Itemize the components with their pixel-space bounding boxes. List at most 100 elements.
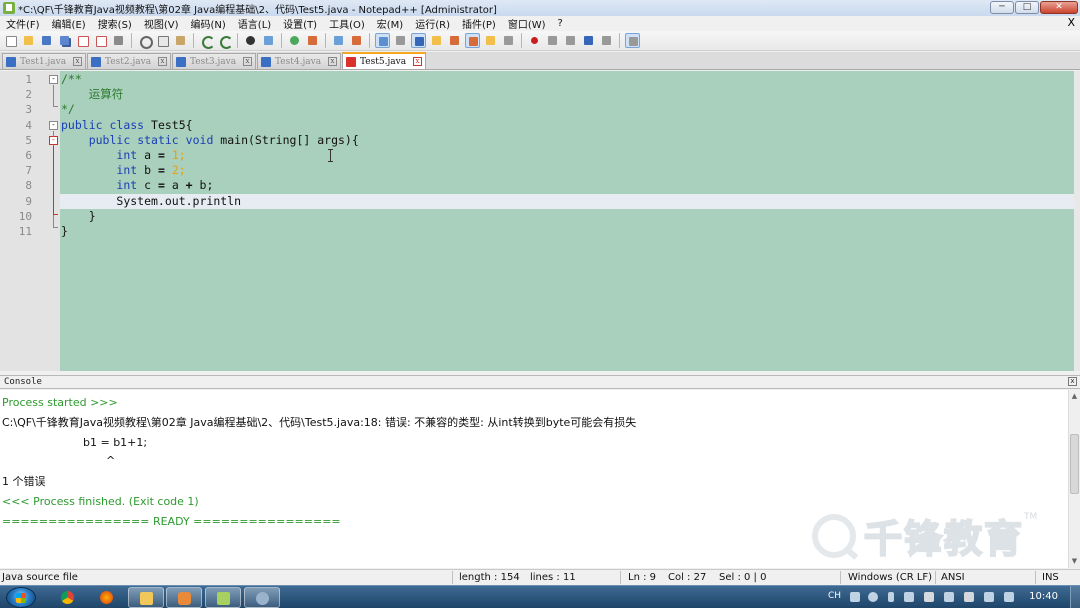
tab-close-icon[interactable]: x <box>73 57 82 66</box>
fold-minus-icon[interactable]: - <box>49 75 58 84</box>
show-all-chars-icon[interactable] <box>393 33 408 48</box>
app-tray-icon[interactable] <box>944 592 954 602</box>
console-scrollbar[interactable]: ▲ ▼ <box>1068 390 1080 568</box>
console-close-icon[interactable]: x <box>1068 377 1077 386</box>
menu-edit[interactable]: 编辑(E) <box>46 16 92 31</box>
user-language-icon[interactable] <box>429 33 444 48</box>
taskbar-notepadpp[interactable] <box>205 587 241 608</box>
menu-encoding[interactable]: 编码(N) <box>185 16 232 31</box>
doc-map-icon[interactable] <box>447 33 462 48</box>
maximize-button[interactable]: □ <box>1015 1 1039 14</box>
cut-icon[interactable] <box>137 33 153 49</box>
find-icon[interactable] <box>243 33 258 48</box>
tab-test4[interactable]: Test4.java x <box>257 53 341 69</box>
menu-help[interactable]: ? <box>552 18 569 29</box>
menu-plugins[interactable]: 插件(P) <box>456 16 502 31</box>
open-file-icon[interactable] <box>21 33 36 48</box>
menu-file[interactable]: 文件(F) <box>0 16 46 31</box>
taskbar-firefox[interactable] <box>89 587 125 608</box>
keyboard-icon[interactable] <box>850 592 860 602</box>
console-output[interactable]: Process started >>> C:\QF\千锋教育Java视频教程\第… <box>0 390 1080 568</box>
show-desktop-button[interactable] <box>1070 586 1080 608</box>
print-icon[interactable] <box>111 33 126 48</box>
macro-run-multiple-icon[interactable] <box>581 33 596 48</box>
save-all-icon[interactable] <box>57 33 72 48</box>
toolbar-separator <box>325 33 326 48</box>
macro-play-icon[interactable] <box>563 33 578 48</box>
macro-stop-icon[interactable] <box>545 33 560 48</box>
tab-close-icon[interactable]: x <box>413 57 422 66</box>
taskbar-recorder[interactable] <box>244 587 280 608</box>
menu-settings[interactable]: 设置(T) <box>277 16 323 31</box>
save-icon[interactable] <box>39 33 54 48</box>
console-line: 1 个错误 <box>2 475 46 488</box>
tab-close-icon[interactable]: x <box>243 57 252 66</box>
fold-minus-icon[interactable]: - <box>49 136 58 145</box>
close-document-button[interactable]: X <box>1067 16 1075 29</box>
menu-view[interactable]: 视图(V) <box>138 16 185 31</box>
folder-workspace-icon[interactable] <box>483 33 498 48</box>
code-editor[interactable]: 1 2 3 4 5 6 7 8 9 10 11 - - - /** 运算符 */… <box>0 71 1080 371</box>
zoom-in-icon[interactable] <box>287 33 302 48</box>
menu-window[interactable]: 窗口(W) <box>502 16 552 31</box>
sync-vertical-icon[interactable] <box>331 33 346 48</box>
tab-test1[interactable]: Test1.java x <box>2 53 86 69</box>
tab-label: Test1.java <box>20 56 67 67</box>
scroll-up-icon[interactable]: ▲ <box>1070 392 1079 401</box>
tab-test3[interactable]: Test3.java x <box>172 53 256 69</box>
code-text: b <box>137 163 158 178</box>
network-icon[interactable] <box>984 592 994 602</box>
menu-language[interactable]: 语言(L) <box>232 16 277 31</box>
taskbar-app[interactable] <box>166 587 202 608</box>
clock[interactable]: 10:40 <box>1029 591 1058 602</box>
menu-run[interactable]: 运行(R) <box>409 16 456 31</box>
indent-guide-icon[interactable] <box>411 33 426 48</box>
security-shield-icon[interactable] <box>904 592 914 602</box>
tab-test5[interactable]: Test5.java x <box>342 52 426 69</box>
close-button[interactable]: ✕ <box>1040 1 1078 14</box>
fold-minus-icon[interactable]: - <box>49 121 58 130</box>
sync-horizontal-icon[interactable] <box>349 33 364 48</box>
undo-icon[interactable] <box>199 33 215 49</box>
paste-icon[interactable] <box>173 33 188 48</box>
console-line: C:\QF\千锋教育Java视频教程\第02章 Java编程基础\2、代码\Te… <box>2 416 637 429</box>
replace-icon[interactable] <box>261 33 276 48</box>
console-toggle-icon[interactable] <box>625 33 640 48</box>
macro-record-icon[interactable] <box>527 33 542 48</box>
monitoring-icon[interactable] <box>501 33 516 48</box>
editor-scrollbar[interactable] <box>1074 71 1080 371</box>
minimize-button[interactable]: ─ <box>990 1 1014 14</box>
scroll-down-icon[interactable]: ▼ <box>1070 557 1079 566</box>
macro-save-icon[interactable] <box>599 33 614 48</box>
close-all-icon[interactable] <box>93 33 108 48</box>
word-wrap-icon[interactable] <box>375 33 390 48</box>
menu-search[interactable]: 搜索(S) <box>92 16 138 31</box>
tab-test2[interactable]: Test2.java x <box>87 53 171 69</box>
menu-tools[interactable]: 工具(O) <box>323 16 371 31</box>
recorder-icon <box>256 592 269 605</box>
tray-expand-icon[interactable] <box>888 592 894 602</box>
tab-close-icon[interactable]: x <box>328 57 337 66</box>
code-area[interactable]: /** 运算符 */ public class Test5{ public st… <box>60 72 1074 239</box>
input-language[interactable]: CH <box>828 591 841 601</box>
tab-close-icon[interactable]: x <box>158 57 167 66</box>
function-list-icon[interactable] <box>465 33 480 48</box>
start-button-icon[interactable] <box>6 587 36 608</box>
copy-icon[interactable] <box>155 33 170 48</box>
status-separator <box>620 571 621 584</box>
toolbar <box>0 31 1080 51</box>
scroll-thumb[interactable] <box>1070 434 1079 494</box>
status-encoding: ANSI <box>941 572 965 583</box>
new-file-icon[interactable] <box>3 33 18 48</box>
taskbar-explorer[interactable] <box>128 587 164 608</box>
taskbar-chrome[interactable] <box>50 587 86 608</box>
close-file-icon[interactable] <box>75 33 90 48</box>
volume-icon[interactable] <box>1004 592 1014 602</box>
toolbar-separator <box>131 33 132 48</box>
display-icon[interactable] <box>964 592 974 602</box>
bluetooth-icon[interactable] <box>924 592 934 602</box>
zoom-out-icon[interactable] <box>305 33 320 48</box>
help-icon[interactable] <box>868 592 878 602</box>
redo-icon[interactable] <box>217 33 233 49</box>
menu-macro[interactable]: 宏(M) <box>371 16 409 31</box>
